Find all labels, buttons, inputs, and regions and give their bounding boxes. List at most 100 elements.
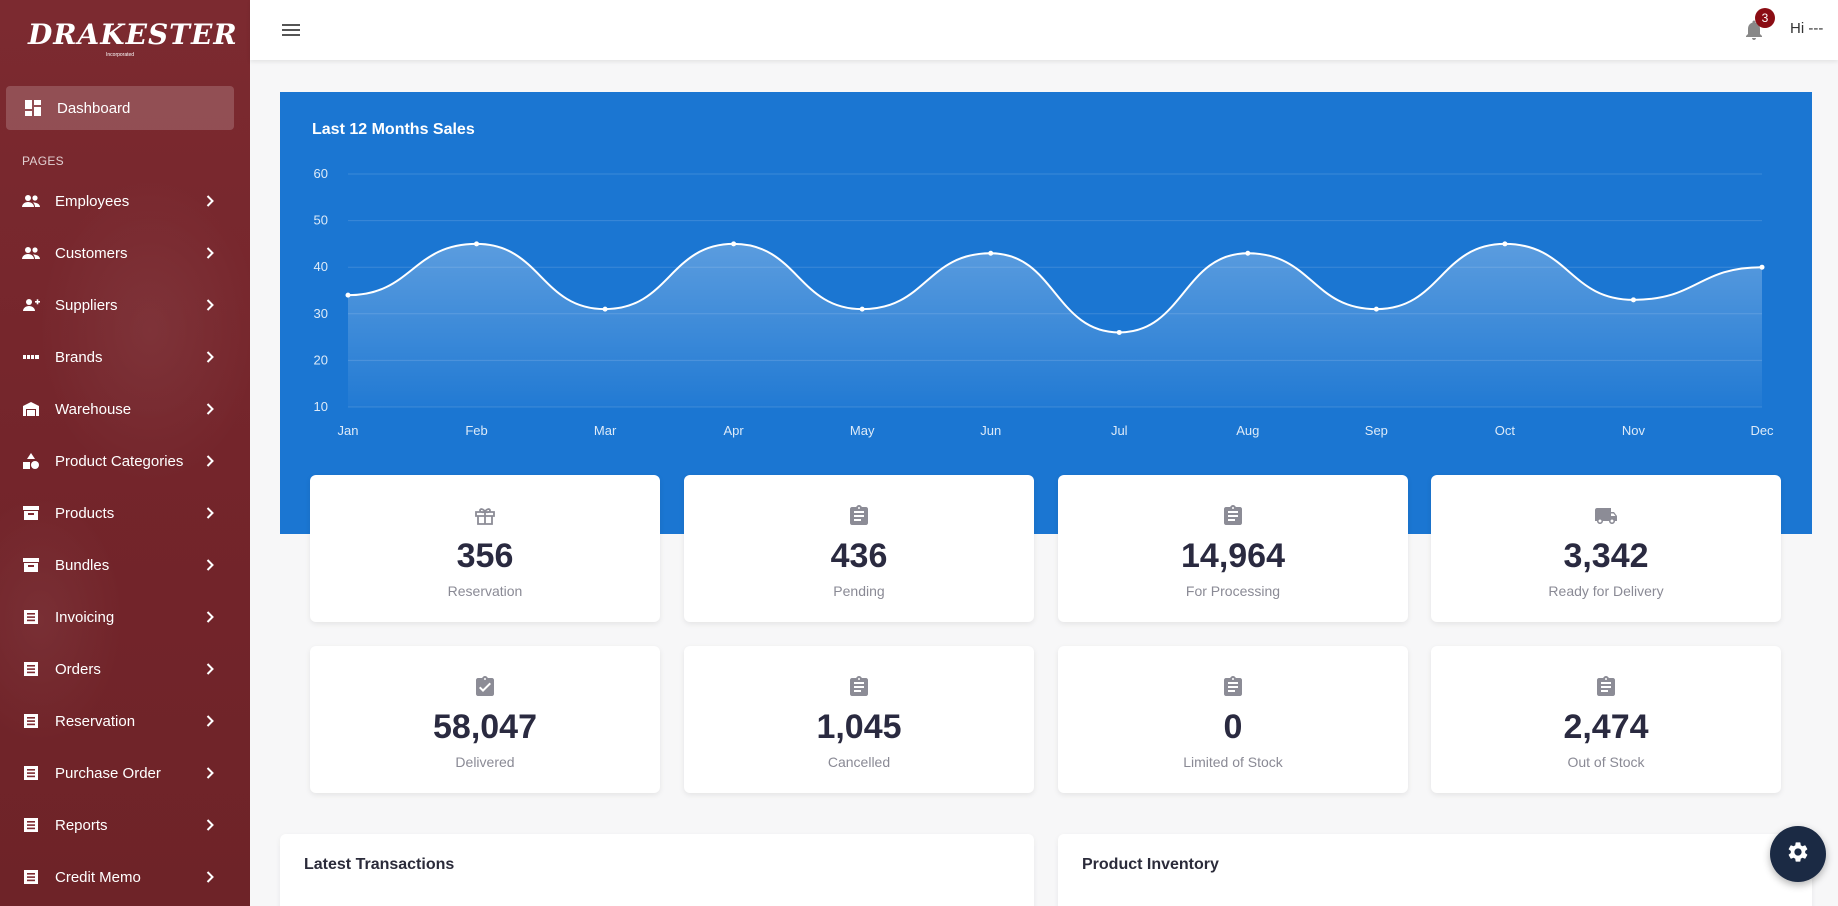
- dashboard-icon: [24, 99, 42, 117]
- sidebar-item-label: Bundles: [55, 556, 110, 574]
- stat-value: 58,047: [433, 708, 537, 746]
- product-inventory-panel: Product Inventory: [1058, 834, 1812, 906]
- x-tick-label: Jun: [980, 423, 1001, 438]
- user-menu[interactable]: Hi ---: [1790, 20, 1823, 37]
- chevron-right-icon: [202, 713, 218, 729]
- chevron-right-icon: [202, 609, 218, 625]
- data-point[interactable]: [1502, 241, 1508, 247]
- chevron-right-icon: [202, 557, 218, 573]
- people-icon: [22, 244, 40, 262]
- data-point[interactable]: [602, 306, 608, 312]
- chevron-right-icon: [202, 505, 218, 521]
- data-point[interactable]: [859, 306, 865, 312]
- x-tick-label: Oct: [1495, 423, 1516, 438]
- panel-title: Latest Transactions: [304, 856, 455, 873]
- brand-logo[interactable]: DRAKESTER Incorporated: [28, 18, 237, 58]
- stat-label: Out of Stock: [1567, 754, 1645, 770]
- x-tick-label: Jan: [338, 423, 359, 438]
- stat-value: 2,474: [1563, 708, 1649, 746]
- stat-card-ready-for-delivery[interactable]: 3,342 Ready for Delivery: [1431, 475, 1781, 622]
- stat-card-pending[interactable]: 436 Pending: [684, 475, 1034, 622]
- stat-label: Cancelled: [827, 754, 891, 770]
- data-point[interactable]: [1373, 306, 1379, 312]
- sidebar-item-purchase-order[interactable]: Purchase Order: [0, 747, 250, 799]
- stat-card-delivered[interactable]: 58,047 Delivered: [310, 646, 660, 793]
- sidebar-item-warehouse[interactable]: Warehouse: [0, 383, 250, 435]
- x-tick-label: Mar: [594, 423, 617, 438]
- list-icon: [22, 660, 40, 678]
- sidebar-item-label: Reservation: [55, 712, 136, 730]
- sidebar-item-dashboard[interactable]: Dashboard: [6, 86, 234, 130]
- sidebar-item-label: Suppliers: [55, 296, 118, 314]
- sidebar-item-label: Brands: [55, 348, 103, 366]
- latest-transactions-panel: Latest Transactions: [280, 834, 1034, 906]
- sidebar-item-bundles[interactable]: Bundles: [0, 539, 250, 591]
- stat-label: For Processing: [1185, 583, 1281, 599]
- list-icon: [22, 608, 40, 626]
- category-icon: [22, 452, 40, 470]
- stat-label: Reservation: [447, 583, 523, 599]
- sidebar-item-employees[interactable]: Employees: [0, 175, 250, 227]
- clipboard-icon: [1594, 675, 1618, 699]
- data-point[interactable]: [1759, 264, 1765, 270]
- stat-value: 0: [1223, 708, 1243, 746]
- stat-card-for-processing[interactable]: 14,964 For Processing: [1058, 475, 1408, 622]
- data-point[interactable]: [345, 292, 351, 298]
- box-icon: [22, 556, 40, 574]
- sidebar-item-label: Customers: [55, 244, 128, 262]
- list-icon: [22, 764, 40, 782]
- sidebar-item-label: Invoicing: [55, 608, 115, 626]
- stat-card-cancelled[interactable]: 1,045 Cancelled: [684, 646, 1034, 793]
- clipboard-icon: [847, 675, 871, 699]
- data-point[interactable]: [1630, 297, 1636, 303]
- stat-value: 1,045: [816, 708, 902, 746]
- sidebar-item-customers[interactable]: Customers: [0, 227, 250, 279]
- clipboard-icon: [1221, 675, 1245, 699]
- list-icon: [22, 712, 40, 730]
- y-tick-label: 30: [314, 306, 328, 321]
- data-point[interactable]: [474, 241, 480, 247]
- sidebar-nav: Employees Customers Suppliers Brands Warehou…: [0, 175, 250, 903]
- sidebar-item-credit-memo[interactable]: Credit Memo: [0, 851, 250, 903]
- data-point[interactable]: [1116, 329, 1122, 335]
- sidebar-item-suppliers[interactable]: Suppliers: [0, 279, 250, 331]
- sidebar-item-label: Product Categories: [55, 452, 184, 470]
- stat-card-limited-of-stock[interactable]: 0 Limited of Stock: [1058, 646, 1408, 793]
- chevron-right-icon: [202, 765, 218, 781]
- sidebar-item-brands[interactable]: Brands: [0, 331, 250, 383]
- data-point[interactable]: [1245, 250, 1251, 256]
- chevron-right-icon: [202, 401, 218, 417]
- sidebar-item-label: Dashboard: [57, 99, 131, 117]
- sidebar-item-label: Orders: [55, 660, 101, 678]
- settings-fab[interactable]: [1770, 826, 1826, 882]
- sidebar-item-label: Warehouse: [55, 400, 132, 418]
- gear-icon: [1786, 840, 1810, 869]
- logo-subtitle: Incorporated: [106, 52, 135, 58]
- sidebar-item-orders[interactable]: Orders: [0, 643, 250, 695]
- box-icon: [22, 504, 40, 522]
- data-point[interactable]: [988, 250, 994, 256]
- y-tick-label: 10: [314, 399, 328, 414]
- warehouse-icon: [22, 400, 40, 418]
- panel-title: Product Inventory: [1082, 856, 1219, 873]
- chevron-right-icon: [202, 453, 218, 469]
- x-tick-label: Feb: [465, 423, 487, 438]
- stat-value: 3,342: [1563, 537, 1649, 575]
- stat-card-out-of-stock[interactable]: 2,474 Out of Stock: [1431, 646, 1781, 793]
- sidebar-item-invoicing[interactable]: Invoicing: [0, 591, 250, 643]
- sidebar-item-product-categories[interactable]: Product Categories: [0, 435, 250, 487]
- sidebar-item-products[interactable]: Products: [0, 487, 250, 539]
- sidebar-item-label: Reports: [55, 816, 108, 834]
- x-tick-label: Jul: [1111, 423, 1128, 438]
- stat-label: Pending: [833, 583, 885, 599]
- sidebar-item-reports[interactable]: Reports: [0, 799, 250, 851]
- people-icon: [22, 192, 40, 210]
- chevron-right-icon: [202, 193, 218, 209]
- stat-card-reservation[interactable]: 356 Reservation: [310, 475, 660, 622]
- menu-toggle-icon[interactable]: [280, 20, 302, 40]
- sidebar-item-reservation[interactable]: Reservation: [0, 695, 250, 747]
- data-point[interactable]: [731, 241, 737, 247]
- sidebar-section-label: PAGES: [22, 154, 64, 168]
- clipboard-check-icon: [473, 675, 497, 699]
- sidebar: DRAKESTER Incorporated Dashboard PAGES E…: [0, 0, 250, 906]
